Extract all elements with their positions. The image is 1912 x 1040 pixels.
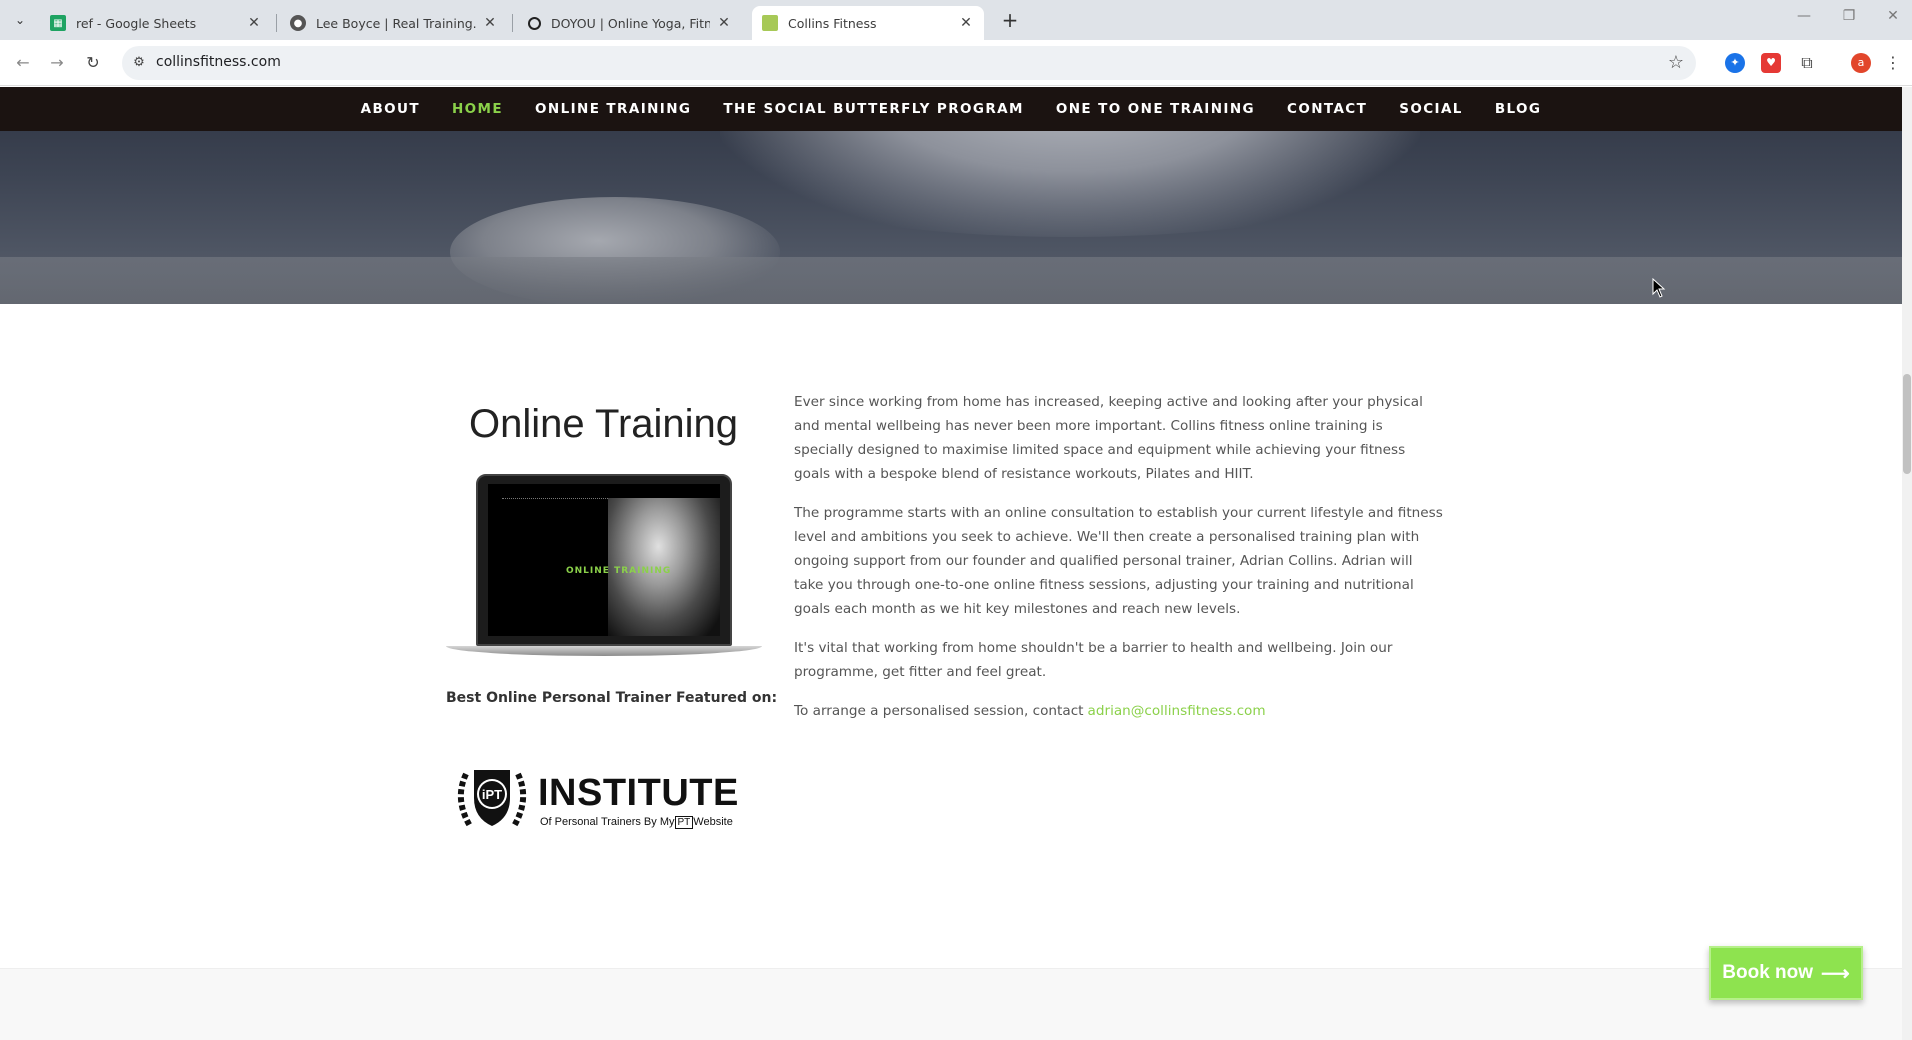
tab-title: ref - Google Sheets <box>76 15 197 31</box>
main-nav: ABOUT HOME ONLINE TRAINING THE SOCIAL BU… <box>0 87 1902 131</box>
tab-divider <box>276 14 277 32</box>
tab-doyou[interactable]: DOYOU | Online Yoga, Fitness, & ✕ <box>518 6 742 40</box>
extension-globe-icon[interactable]: ✦ <box>1725 53 1745 73</box>
site-settings-icon[interactable]: ⚙ <box>130 54 148 72</box>
laurel-badge-icon: iPT <box>457 770 527 828</box>
profile-icon: ● <box>290 15 306 31</box>
new-tab-button[interactable]: + <box>996 8 1024 32</box>
reload-icon[interactable]: ↻ <box>82 52 104 74</box>
back-arrow-icon[interactable]: ← <box>12 52 34 74</box>
laptop-image: ONLINE TRAINING <box>446 474 762 664</box>
logo-title: INSTITUTE <box>538 772 739 814</box>
online-training-section: Online Training ONLINE TRAINING Best Onl… <box>0 304 1902 1040</box>
laptop-screen: ONLINE TRAINING <box>488 484 720 636</box>
paragraph-intro: Ever since working from home has increas… <box>794 394 1423 482</box>
nav-about[interactable]: ABOUT <box>345 101 436 117</box>
mouse-cursor-icon <box>1652 278 1666 298</box>
collins-favicon <box>762 15 778 31</box>
paragraph-contact: To arrange a personalised session, conta… <box>794 699 1444 723</box>
logo-website-text: Website <box>693 816 733 828</box>
tab-title: DOYOU | Online Yoga, Fitness, & <box>551 15 710 31</box>
nav-one-to-one[interactable]: ONE TO ONE TRAINING <box>1040 101 1271 117</box>
extensions-puzzle-icon[interactable]: ⧉ <box>1797 53 1817 73</box>
logo-subtitle-text: Of Personal Trainers By My <box>540 816 675 828</box>
tab-title: Lee Boyce | Real Training. No N <box>316 15 476 31</box>
tab-divider <box>512 14 513 32</box>
tab-collins-fitness[interactable]: Collins Fitness ✕ <box>752 6 984 40</box>
tab-title: Collins Fitness <box>788 15 877 31</box>
browser-tab-bar: ⌄ ▦ ref - Google Sheets ✕ ● Lee Boyce | … <box>0 0 1912 40</box>
browser-menu-icon[interactable]: ⋮ <box>1885 53 1901 73</box>
url-text[interactable]: collinsfitness.com <box>156 54 281 70</box>
scrollbar-thumb[interactable] <box>1903 374 1911 474</box>
profile-avatar[interactable]: a <box>1851 53 1871 73</box>
nav-contact[interactable]: CONTACT <box>1271 101 1383 117</box>
tab-lee-boyce[interactable]: ● Lee Boyce | Real Training. No N ✕ <box>280 6 508 40</box>
page-viewport: ABOUT HOME ONLINE TRAINING THE SOCIAL BU… <box>0 87 1902 1040</box>
next-section-band <box>0 968 1902 1040</box>
hero-ground-shape <box>0 257 1902 304</box>
nav-social[interactable]: SOCIAL <box>1383 101 1479 117</box>
logo-pt-box: PT <box>674 816 694 829</box>
forward-arrow-icon[interactable]: → <box>46 52 68 74</box>
contact-email-link[interactable]: adrian@collinsfitness.com <box>1088 703 1266 719</box>
page-scrollbar[interactable] <box>1902 87 1912 1040</box>
online-training-copy: Ever since working from home has increas… <box>794 390 1444 738</box>
screen-heading: ONLINE TRAINING <box>566 566 672 576</box>
close-tab-icon[interactable]: ✕ <box>716 15 732 31</box>
close-tab-icon[interactable]: ✕ <box>482 15 498 31</box>
circle-icon <box>528 16 541 30</box>
nav-home[interactable]: HOME <box>436 101 519 117</box>
tab-google-sheets[interactable]: ▦ ref - Google Sheets ✕ <box>40 6 272 40</box>
paragraph-vital: It's vital that working from home should… <box>794 640 1393 680</box>
laptop-lid: ONLINE TRAINING <box>476 474 732 646</box>
address-bar[interactable]: ⚙ collinsfitness.com ☆ <box>122 46 1696 80</box>
ipt-institute-logo[interactable]: iPT INSTITUTE Of Personal Trainers By My… <box>452 764 752 836</box>
sheets-icon: ▦ <box>50 15 66 31</box>
logo-subtitle: Of Personal Trainers By My PT Website <box>540 816 733 829</box>
contact-prefix: To arrange a personalised session, conta… <box>794 703 1084 719</box>
nav-blog[interactable]: BLOG <box>1479 101 1558 117</box>
laptop-base <box>446 646 762 656</box>
arrow-right-icon: ⟶ <box>1821 962 1850 985</box>
bookmark-star-icon[interactable]: ☆ <box>1668 52 1684 73</box>
section-title: Online Training <box>469 402 739 446</box>
restore-icon[interactable]: ❐ <box>1834 8 1864 24</box>
featured-label: Best Online Personal Trainer Featured on… <box>446 690 778 706</box>
logo-badge-text: iPT <box>482 787 502 802</box>
extension-shield-icon[interactable]: ♥ <box>1761 53 1781 73</box>
book-now-button[interactable]: Book now ⟶ <box>1709 946 1863 1000</box>
minimize-icon[interactable]: — <box>1789 8 1819 24</box>
close-tab-icon[interactable]: ✕ <box>246 15 262 31</box>
nav-online-training[interactable]: ONLINE TRAINING <box>519 101 707 117</box>
window-close-icon[interactable]: ✕ <box>1878 8 1908 24</box>
tab-search-dropdown[interactable]: ⌄ <box>8 8 32 32</box>
browser-toolbar: ← → ↻ ⚙ collinsfitness.com ☆ ✦ ♥ ⧉ a ⋮ <box>0 40 1912 86</box>
close-tab-icon[interactable]: ✕ <box>958 15 974 31</box>
paragraph-programme: The programme starts with an online cons… <box>794 505 1443 617</box>
nav-social-butterfly[interactable]: THE SOCIAL BUTTERFLY PROGRAM <box>707 101 1039 117</box>
book-now-label: Book now <box>1722 962 1814 983</box>
